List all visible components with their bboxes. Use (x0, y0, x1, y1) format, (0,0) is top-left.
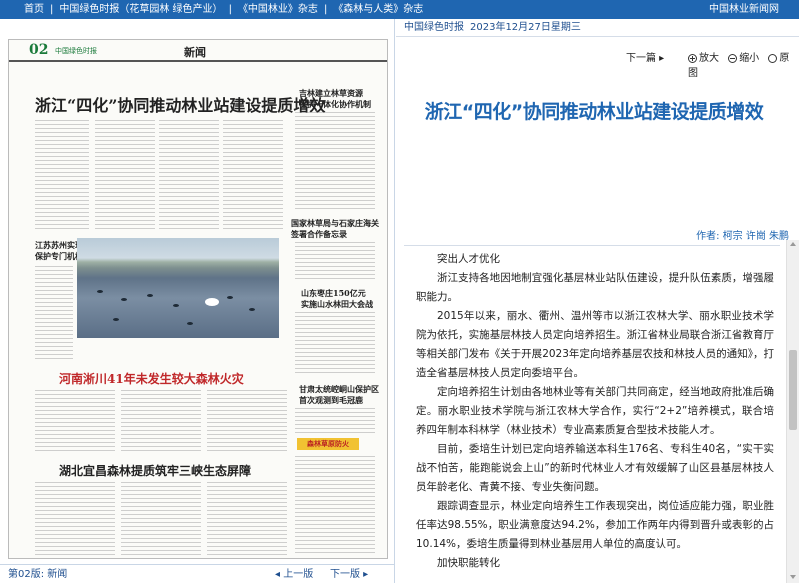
article-body: 突出人才优化 浙江支持各地因地制宜强化基层林业站队伍建设，提升队伍素质，增强履职… (404, 245, 780, 583)
site-name[interactable]: 中国林业新闻网 (709, 0, 779, 19)
text-column (159, 120, 219, 230)
nav-home[interactable]: 首页 (24, 4, 44, 15)
headline-fire[interactable]: 河南淅川41年未发生较大森林火灾 (59, 370, 244, 387)
newspaper-page-image[interactable]: 02 中国绿色时报 新闻 浙江“四化”协同推动林业站建设提质增效 吉林建立林草资… (8, 39, 388, 559)
nav-separator: | (323, 4, 328, 15)
next-page-link[interactable]: 下一版 ▸ (330, 565, 368, 584)
text-column (207, 390, 287, 454)
article-paragraph: 突出人才优化 (437, 253, 500, 265)
text-column (295, 242, 375, 282)
article-panel: 中国绿色时报 2023年12月27日星期三 下一篇 ▸ 放大 缩小 原图 浙江“… (396, 19, 799, 583)
text-column (121, 390, 201, 454)
bird-shape (249, 308, 255, 311)
zoom-out-button[interactable]: 缩小 (728, 53, 759, 64)
newspaper-page-panel: 02 中国绿色时报 新闻 浙江“四化”协同推动林业站建设提质增效 吉林建立林草资… (0, 19, 395, 583)
page-number: 02 (29, 42, 49, 58)
text-column (35, 120, 89, 230)
paper-logo: 中国绿色时报 (55, 47, 97, 55)
article-tools: 下一篇 ▸ 放大 缩小 原图 (396, 49, 799, 79)
zoom-out-icon (728, 53, 738, 63)
text-column (295, 408, 375, 434)
nav-china-forestry[interactable]: 《中国林业》杂志 (238, 4, 318, 15)
zoom-in-icon (688, 53, 697, 63)
bird-shape (147, 294, 153, 297)
wetland-photo (77, 238, 279, 338)
bird-shape (113, 318, 119, 321)
headline-third[interactable]: 湖北宜昌森林提质筑牢三峡生态屏障 (59, 462, 251, 479)
headline-main[interactable]: 浙江“四化”协同推动林业站建设提质增效 (35, 92, 325, 116)
bird-shape (187, 322, 193, 325)
top-nav-bar: 首页 | 中国绿色时报（花草园林 绿色产业） | 《中国林业》杂志 | 《森林与人类》杂志 … (0, 0, 799, 19)
text-column (35, 390, 115, 454)
bird-shape (173, 304, 179, 307)
article-title: 浙江“四化”协同推动林业站建设提质增效 (424, 101, 764, 123)
text-column (35, 266, 73, 362)
nav-green-times[interactable]: 中国绿色时报（花草园林 绿色产业） (59, 4, 222, 15)
text-column (35, 482, 115, 556)
page-section: 新闻 (184, 46, 206, 59)
text-column (295, 456, 375, 556)
swan-shape (205, 298, 219, 306)
scroll-thumb[interactable] (789, 350, 797, 430)
next-article-link[interactable]: 下一篇 ▸ (626, 49, 664, 64)
article-paragraph: 2015年以来，丽水、衢州、温州等市以浙江农林大学、丽水职业技术学院为依托，实施… (416, 310, 774, 379)
article-paragraph: 浙江支持各地因地制宜强化基层林业站队伍建设，提升队伍素质，增强履职能力。 (416, 272, 774, 303)
bird-shape (121, 298, 127, 301)
headline-side-1[interactable]: 吉林建立林草资源 保护一体化协作机制 (299, 88, 371, 110)
headline-side-4[interactable]: 山东枣庄150亿元 实施山水林田大会战 (301, 288, 373, 310)
edition-label[interactable]: 第02版: 新闻 (8, 565, 67, 584)
text-column (207, 482, 287, 556)
scroll-down-icon[interactable] (790, 575, 796, 579)
text-column (223, 120, 283, 230)
bird-shape (97, 290, 103, 293)
text-column (295, 112, 375, 212)
issue-date: 2023年12月27日星期三 (470, 22, 581, 33)
article-scrollbar[interactable] (786, 240, 799, 583)
zoom-controls: 放大 缩小 原图 (688, 49, 799, 79)
nav-forest-human[interactable]: 《森林与人类》杂志 (333, 4, 423, 15)
text-column (121, 482, 201, 556)
article-header-bar: 中国绿色时报 2023年12月27日星期三 (396, 19, 799, 37)
paper-name: 中国绿色时报 (404, 22, 464, 33)
radio-icon (768, 53, 778, 63)
page-masthead: 02 中国绿色时报 新闻 (9, 40, 387, 62)
article-paragraph: 跟踪调查显示，林业定向培养生工作表现突出，岗位适应能力强，职业胜任率达98.55… (416, 500, 774, 550)
prev-page-link[interactable]: ◂ 上一版 (275, 565, 313, 584)
headline-side-5[interactable]: 甘肃太统崆峒山保护区 首次观测到毛冠鹿 (299, 384, 379, 406)
fire-prevention-tag: 森林草原防火 (297, 438, 359, 450)
article-author: 作者: 柯宗 许崗 朱鹏 (696, 231, 789, 242)
headline-side-3[interactable]: 国家林草局与石家庄海关 签署合作备忘录 (291, 218, 379, 240)
page-footer: 第02版: 新闻 ◂ 上一版 下一版 ▸ (0, 564, 395, 583)
bird-shape (227, 296, 233, 299)
article-paragraph: 加快职能转化 (437, 557, 500, 569)
zoom-in-button[interactable]: 放大 (688, 53, 719, 64)
scroll-up-icon[interactable] (790, 242, 796, 246)
nav-separator: | (228, 4, 232, 15)
article-paragraph: 定向培养招生计划由各地林业等有关部门共同商定，经当地政府批准后确定。丽水职业技术… (416, 386, 774, 436)
top-nav: 首页 | 中国绿色时报（花草园林 绿色产业） | 《中国林业》杂志 | 《森林与人类》杂志 (24, 0, 423, 19)
article-paragraph: 目前，委培生计划已定向培养输送本科生176名、专科生40名，“实干实战不怕苦，能… (416, 443, 774, 493)
nav-separator: | (50, 4, 54, 15)
text-column (95, 120, 155, 230)
text-column (295, 312, 375, 376)
